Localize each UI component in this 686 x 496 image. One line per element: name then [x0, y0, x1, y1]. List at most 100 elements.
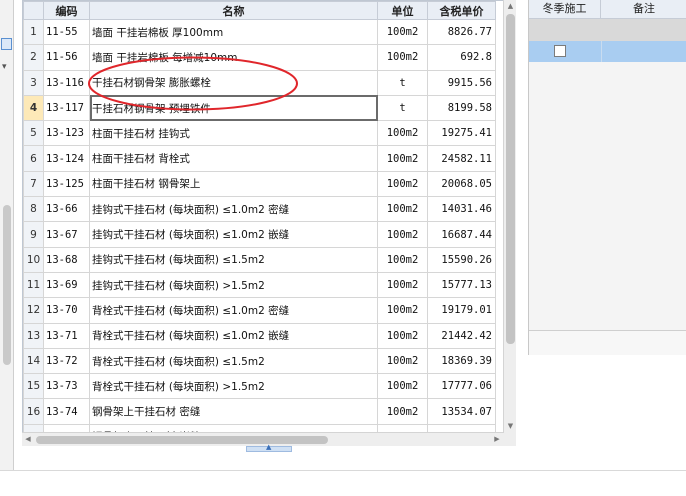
table-row[interactable]: 15 13-73 背栓式干挂石材 (每块面积) >1.5m2 100m2 17777.0… [23, 373, 496, 400]
name-cell[interactable]: 挂钩式干挂石材 (每块面积) >1.5m2 [89, 271, 378, 299]
table-row[interactable]: 8 13-66 挂钩式干挂石材 (每块面积) ≤1.0m2 密缝 100m2 14031… [23, 196, 496, 223]
code-cell[interactable]: 13-72 [43, 347, 90, 375]
triangle-up-icon[interactable]: ▲ [504, 0, 517, 12]
name-cell[interactable]: 背栓式干挂石材 (每块面积) ≤1.5m2 [89, 347, 378, 375]
unit-cell[interactable]: 100m2 [377, 170, 428, 198]
price-cell[interactable]: 19179.01 [427, 297, 496, 324]
unit-cell[interactable]: 100m2 [377, 373, 428, 400]
code-cell[interactable]: 13-124 [43, 145, 90, 172]
price-cell[interactable]: 8199.58 [427, 94, 496, 122]
price-cell[interactable]: 8826.77 [427, 18, 496, 46]
row-number[interactable]: 7 [23, 170, 44, 198]
name-cell[interactable]: 钢骨架上干挂石材 密缝 [89, 398, 378, 425]
name-cell[interactable]: 墙面 干挂岩棉板 每增减10mm [89, 44, 378, 71]
code-cell[interactable]: 13-68 [43, 246, 90, 273]
name-cell[interactable]: 墙面 干挂岩棉板 厚100mm [89, 18, 378, 46]
price-cell[interactable]: 13534.07 [427, 398, 496, 425]
unit-cell[interactable]: 100m2 [377, 196, 428, 223]
table-row[interactable]: 13 13-71 背栓式干挂石材 (每块面积) ≤1.0m2 嵌缝 100m2 2144… [23, 322, 496, 349]
code-cell[interactable]: 13-73 [43, 373, 90, 400]
code-cell[interactable]: 13-66 [43, 196, 90, 223]
unit-cell[interactable]: 100m2 [377, 120, 428, 147]
row-number[interactable]: 2 [23, 44, 44, 71]
name-cell[interactable]: 背栓式干挂石材 (每块面积) ≤1.0m2 嵌缝 [89, 322, 378, 349]
paste-icon[interactable] [1, 38, 12, 50]
name-cell[interactable]: 柱面干挂石材 背栓式 [89, 145, 378, 172]
unit-cell[interactable]: 100m2 [377, 44, 428, 71]
table-row[interactable]: 10 13-68 挂钩式干挂石材 (每块面积) ≤1.5m2 100m2 15590.2… [23, 246, 496, 273]
code-cell[interactable]: 13-117 [43, 94, 90, 122]
code-cell[interactable]: 13-69 [43, 271, 90, 299]
name-cell[interactable]: 背栓式干挂石材 (每块面积) >1.5m2 [89, 373, 378, 400]
code-cell[interactable]: 13-74 [43, 398, 90, 425]
price-cell[interactable]: 21442.42 [427, 322, 496, 349]
header-code[interactable]: 编码 [43, 1, 90, 20]
unit-cell[interactable]: 100m2 [377, 246, 428, 273]
triangle-right-icon[interactable]: ▶ [491, 433, 503, 446]
table-row[interactable]: 14 13-72 背栓式干挂石材 (每块面积) ≤1.5m2 100m2 18369.3… [23, 347, 496, 375]
chevron-down-icon[interactable]: ▾ [2, 62, 7, 72]
price-cell[interactable]: 19275.41 [427, 120, 496, 147]
row-number[interactable]: 4 [23, 94, 44, 122]
horizontal-scrollbar[interactable]: ◀ ▶ [22, 432, 504, 446]
price-cell[interactable]: 14031.46 [427, 196, 496, 223]
table-row[interactable]: 12 13-70 背栓式干挂石材 (每块面积) ≤1.0m2 密缝 100m2 1917… [23, 297, 496, 324]
price-cell[interactable]: 9915.56 [427, 69, 496, 96]
row-number[interactable]: 12 [23, 297, 44, 324]
code-cell[interactable]: 13-70 [43, 297, 90, 324]
code-cell[interactable]: 13-67 [43, 221, 90, 248]
table-row[interactable]: 16 13-74 钢骨架上干挂石材 密缝 100m2 13534.07 [23, 398, 496, 425]
name-cell[interactable]: 干挂石材钢骨架 预埋铁件 [89, 94, 378, 122]
unit-cell[interactable]: 100m2 [377, 18, 428, 46]
row-number[interactable]: 1 [23, 18, 44, 46]
right-panel-selected-row[interactable] [529, 41, 686, 62]
header-unit[interactable]: 单位 [377, 1, 428, 20]
name-cell[interactable]: 柱面干挂石材 挂钩式 [89, 120, 378, 147]
code-cell[interactable]: 11-56 [43, 44, 90, 71]
name-cell[interactable]: 挂钩式干挂石材 (每块面积) ≤1.5m2 [89, 246, 378, 273]
name-cell[interactable]: 背栓式干挂石材 (每块面积) ≤1.0m2 密缝 [89, 297, 378, 324]
vertical-scrollbar[interactable]: ▲ ▼ [503, 0, 516, 446]
left-scrollbar-thumb[interactable] [3, 205, 11, 365]
table-row[interactable]: 11 13-69 挂钩式干挂石材 (每块面积) >1.5m2 100m2 15777.1… [23, 271, 496, 299]
row-number[interactable]: 8 [23, 196, 44, 223]
winter-construction-checkbox[interactable] [554, 45, 566, 57]
unit-cell[interactable]: 100m2 [377, 297, 428, 324]
header-price[interactable]: 含税单价 [427, 1, 496, 20]
triangle-down-icon[interactable]: ▼ [504, 420, 517, 432]
triangle-left-icon[interactable]: ◀ [22, 433, 34, 446]
row-number[interactable]: 10 [23, 246, 44, 273]
name-cell[interactable]: 挂钩式干挂石材 (每块面积) ≤1.0m2 嵌缝 [89, 221, 378, 248]
vertical-scrollbar-thumb[interactable] [506, 14, 515, 344]
unit-cell[interactable]: t [377, 94, 428, 122]
name-cell[interactable]: 挂钩式干挂石材 (每块面积) ≤1.0m2 密缝 [89, 196, 378, 223]
table-row[interactable]: 3 13-116 干挂石材钢骨架 膨胀螺栓 t 9915.56 [23, 69, 496, 96]
price-cell[interactable]: 692.8 [427, 44, 496, 71]
price-cell[interactable]: 20068.05 [427, 170, 496, 198]
table-row[interactable]: 1 11-55 墙面 干挂岩棉板 厚100mm 100m2 8826.77 [23, 18, 496, 46]
header-winter-construction[interactable]: 冬季施工 [529, 0, 601, 19]
price-cell[interactable]: 15777.13 [427, 271, 496, 299]
unit-cell[interactable]: 100m2 [377, 221, 428, 248]
unit-cell[interactable]: 100m2 [377, 145, 428, 172]
price-cell[interactable]: 18369.39 [427, 347, 496, 375]
row-number[interactable]: 14 [23, 347, 44, 375]
price-cell[interactable]: 16687.44 [427, 221, 496, 248]
header-name[interactable]: 名称 [89, 1, 378, 20]
code-cell[interactable]: 11-55 [43, 18, 90, 46]
header-remark[interactable]: 备注 [601, 0, 686, 19]
table-row[interactable]: 5 13-123 柱面干挂石材 挂钩式 100m2 19275.41 [23, 120, 496, 147]
row-number[interactable]: 5 [23, 120, 44, 147]
row-number[interactable]: 13 [23, 322, 44, 349]
name-cell[interactable]: 干挂石材钢骨架 膨胀螺栓 [89, 69, 378, 96]
unit-cell[interactable]: 100m2 [377, 322, 428, 349]
row-number[interactable]: 16 [23, 398, 44, 425]
unit-cell[interactable]: t [377, 69, 428, 96]
price-cell[interactable]: 17777.06 [427, 373, 496, 400]
name-cell[interactable]: 柱面干挂石材 钢骨架上 [89, 170, 378, 198]
horizontal-scrollbar-thumb[interactable] [36, 436, 328, 444]
unit-cell[interactable]: 100m2 [377, 347, 428, 375]
code-cell[interactable]: 13-116 [43, 69, 90, 96]
table-row[interactable]: 7 13-125 柱面干挂石材 钢骨架上 100m2 20068.05 [23, 170, 496, 198]
table-row[interactable]: 6 13-124 柱面干挂石材 背栓式 100m2 24582.11 [23, 145, 496, 172]
